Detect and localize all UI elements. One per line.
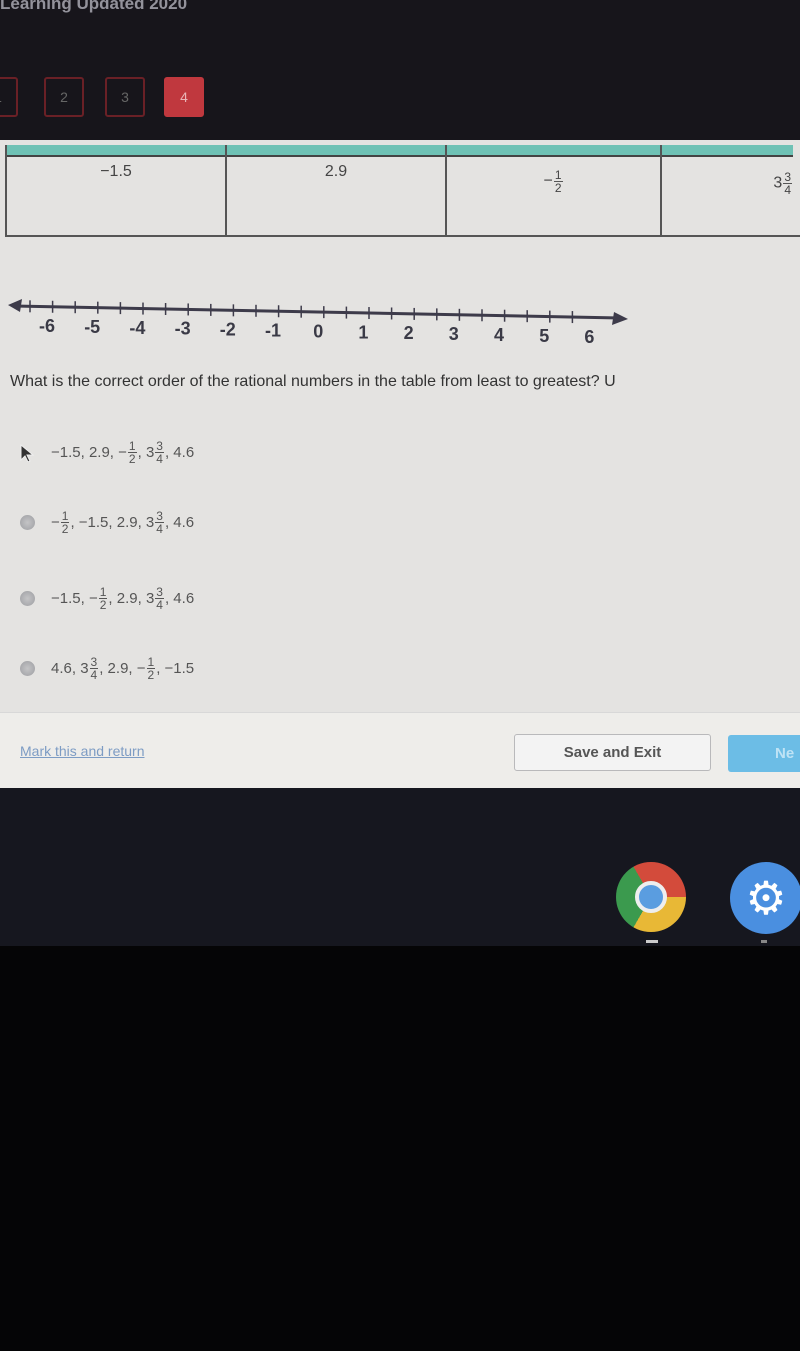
fraction: 12 (127, 440, 137, 466)
sign: − (118, 444, 127, 461)
denominator: 4 (156, 522, 163, 536)
cell-value: 334 (662, 157, 793, 196)
left-arrow (8, 299, 22, 312)
whole: 3 (145, 590, 155, 607)
tick-label: 5 (539, 326, 549, 346)
option-text: 4.6, (51, 660, 81, 677)
number-line-axis (13, 304, 621, 320)
question-content: −1.5 2.9 −1 2 334 -6 -5 -4 -3 -2 -1 0 1 2 3 4 5 6 Wha… (0, 140, 800, 712)
tick-label: 3 (449, 324, 459, 344)
option-text: , 2.9, (99, 660, 137, 677)
tick-label: 1 (358, 322, 368, 342)
fraction: 34 (89, 656, 99, 682)
table-cell: 334 (660, 145, 800, 235)
fraction: 12 (60, 510, 70, 536)
whole: 3 (145, 514, 155, 531)
radio-button[interactable] (20, 661, 35, 676)
settings-gear-icon[interactable]: ⚙ (730, 862, 800, 934)
option-text: , 4.6 (164, 590, 195, 607)
cell-value: 2.9 (324, 163, 348, 180)
tick-label: -6 (39, 316, 55, 336)
option-text: , 4.6 (164, 444, 195, 461)
option-text: , 4.6 (164, 514, 195, 531)
tick-label: 4 (494, 325, 504, 345)
tick-label: -4 (129, 318, 145, 338)
tick-label: -2 (220, 320, 236, 340)
taskbar (0, 788, 800, 946)
sign: − (51, 514, 60, 531)
cell-value: −1.5 (100, 163, 132, 180)
sign: − (136, 660, 146, 677)
fraction: 34 (783, 171, 792, 196)
tick-label: -1 (265, 321, 281, 341)
radio-button[interactable] (20, 591, 35, 606)
course-title: Learning Updated 2020 (0, 0, 188, 13)
fraction: 34 (155, 510, 164, 535)
running-indicator (646, 940, 658, 943)
whole: 3 (145, 444, 155, 461)
denominator: 4 (156, 598, 163, 612)
option-text: , −1.5, 2.9, (70, 514, 146, 531)
denominator: 2 (147, 668, 155, 682)
answer-option-1[interactable]: −1.5, 2.9, −1 2, 334, 4.6 (20, 440, 194, 465)
denominator: 2 (61, 522, 69, 536)
radio-button[interactable] (20, 515, 35, 530)
tick-label: 0 (313, 321, 323, 341)
fraction: 12 (98, 586, 108, 612)
whole: 3 (80, 660, 89, 677)
fraction: 12 (553, 169, 563, 195)
table-cell: −1.5 (5, 145, 225, 235)
table-cell: 2.9 (225, 145, 445, 235)
sign: − (88, 590, 98, 607)
question-nav-3[interactable]: 3 (105, 77, 145, 117)
denominator: 4 (90, 668, 98, 682)
option-text: −1.5, 2.9, (51, 444, 119, 461)
number-line: -6 -5 -4 -3 -2 -1 0 1 2 3 4 5 6 (8, 299, 628, 347)
table-cell: −1 2 (445, 145, 660, 235)
question-nav-4[interactable]: 4 (164, 77, 204, 117)
whole: 3 (773, 174, 783, 192)
option-text: , −1.5 (156, 660, 195, 677)
right-arrow (612, 312, 628, 325)
running-indicator (761, 940, 767, 943)
denominator: 4 (784, 183, 791, 197)
values-table: −1.5 2.9 −1 2 334 (5, 145, 800, 237)
option-text: −1.5, (51, 590, 89, 607)
fraction: 12 (146, 656, 156, 682)
cell-value: −1 2 (447, 157, 660, 194)
question-nav-2[interactable]: 2 (44, 77, 84, 117)
denominator: 4 (156, 452, 163, 466)
next-button[interactable]: Ne (728, 735, 800, 772)
denominator: 2 (554, 181, 562, 195)
sign: − (543, 172, 553, 190)
mouse-cursor-icon (20, 443, 35, 462)
question-text: What is the correct order of the rationa… (10, 373, 616, 390)
footer-bar: Mark this and return Save and Exit Ne (0, 712, 800, 788)
answer-option-4[interactable]: 4.6, 334, 2.9, −1 2, −1.5 (20, 656, 194, 681)
question-nav-1[interactable]: 1 (0, 77, 18, 117)
answer-option-3[interactable]: −1.5, −1 2, 2.9, 334, 4.6 (20, 586, 194, 611)
top-bar: Learning Updated 2020 1 2 3 4 (0, 0, 800, 140)
tick-label: 2 (404, 323, 414, 343)
save-and-exit-button[interactable]: Save and Exit (514, 734, 711, 771)
option-text: , (137, 444, 146, 461)
answer-option-2[interactable]: −1 2, −1.5, 2.9, 334, 4.6 (20, 510, 194, 535)
tick-label: -5 (84, 317, 100, 337)
chrome-icon[interactable] (616, 862, 686, 932)
tick-label: -3 (175, 319, 191, 339)
fraction: 34 (155, 440, 164, 465)
denominator: 2 (128, 452, 136, 466)
denominator: 2 (99, 598, 107, 612)
mark-and-return-link[interactable]: Mark this and return (20, 743, 145, 759)
fraction: 34 (155, 586, 164, 611)
option-text: , 2.9, (108, 590, 146, 607)
tick-label: 6 (584, 327, 594, 347)
